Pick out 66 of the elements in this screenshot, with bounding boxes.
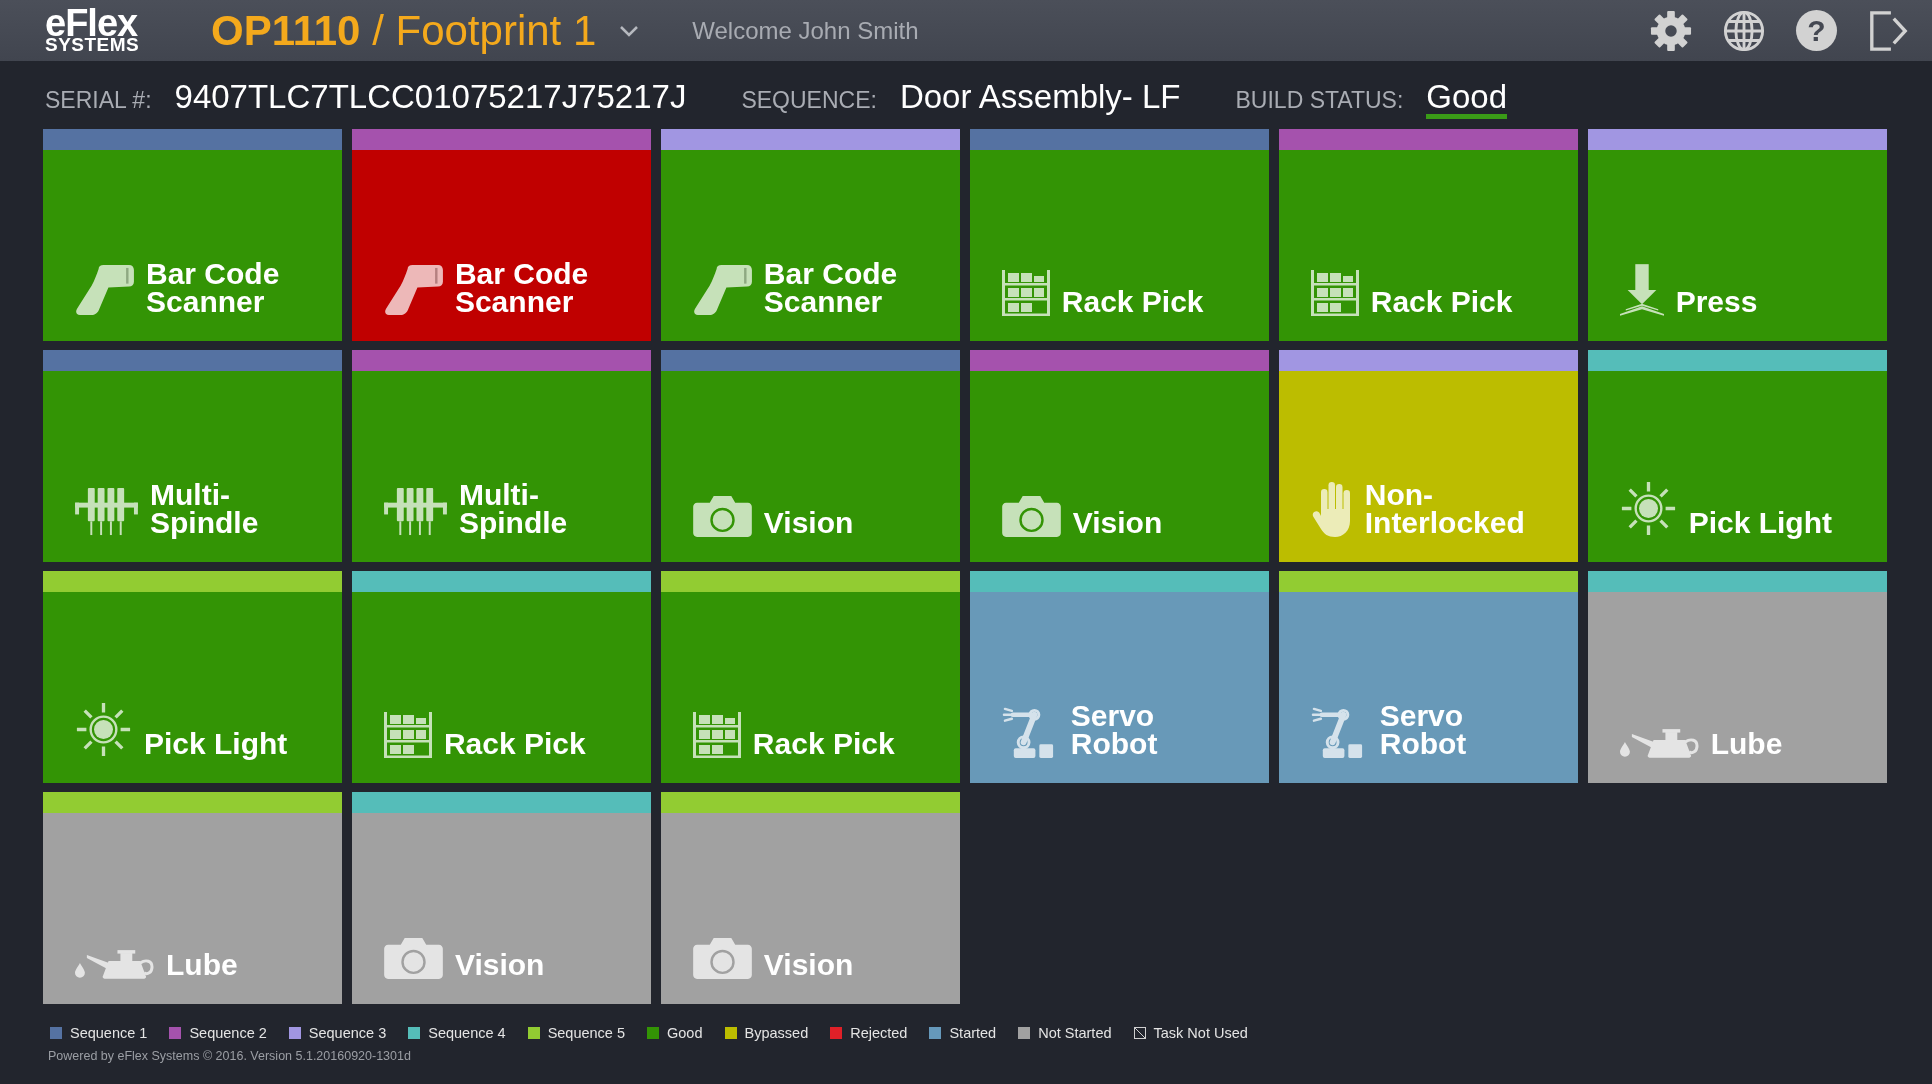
legend-label: Sequence 1 bbox=[70, 1025, 148, 1041]
task-tile[interactable]: Bar Code Scanner bbox=[351, 129, 652, 341]
press-icon bbox=[1619, 264, 1664, 316]
spindle-icon bbox=[383, 486, 447, 537]
legend-label: Task Not Used bbox=[1153, 1025, 1248, 1041]
camera-icon bbox=[692, 494, 752, 537]
shelf-rack-icon bbox=[1310, 270, 1359, 316]
task-tile[interactable]: Pick Light bbox=[1587, 350, 1887, 562]
task-tile[interactable]: Vision bbox=[351, 792, 652, 1004]
task-tile[interactable]: Multi-Spindle bbox=[351, 350, 652, 562]
legend-label: Started bbox=[949, 1025, 997, 1041]
task-tile[interactable]: Rack Pick bbox=[351, 571, 652, 783]
scanner-gun-icon bbox=[75, 265, 134, 316]
legend-label: Sequence 2 bbox=[189, 1025, 267, 1041]
sun-icon bbox=[1619, 480, 1677, 537]
scanner-gun-icon bbox=[692, 265, 752, 316]
help-button[interactable]: ? bbox=[1796, 10, 1837, 51]
field-value: 9407TLC7TLCC01075217J75217J bbox=[174, 80, 687, 113]
shelf-rack-icon bbox=[383, 712, 432, 758]
station-dropdown[interactable]: OP1110 / Footprint 1 bbox=[211, 9, 640, 52]
task-tile[interactable]: Vision bbox=[660, 792, 961, 1004]
task-tile[interactable]: Rack Pick bbox=[969, 129, 1270, 341]
logo-wordmark: eFlex bbox=[45, 9, 138, 37]
camera-icon bbox=[1001, 494, 1061, 537]
field-value: Door Assembly- LF bbox=[899, 80, 1181, 113]
task-tile[interactable]: Press bbox=[1587, 129, 1887, 341]
camera-icon bbox=[692, 936, 752, 979]
welcome-text: Welcome John Smith bbox=[692, 16, 919, 45]
task-tile[interactable]: Servo Robot bbox=[1278, 571, 1579, 783]
chevron-down-icon bbox=[619, 24, 640, 37]
task-tile[interactable]: Pick Light bbox=[43, 571, 343, 783]
field-label: BUILD STATUS: bbox=[1235, 87, 1404, 114]
task-tile[interactable]: Bar Code Scanner bbox=[43, 129, 343, 341]
shelf-rack-icon bbox=[692, 712, 741, 758]
task-tile[interactable]: Non-Interlocked bbox=[1278, 350, 1579, 562]
task-tile[interactable]: Rack Pick bbox=[660, 571, 961, 783]
task-tile[interactable]: Multi-Spindle bbox=[43, 350, 343, 562]
task-tile[interactable]: Vision bbox=[969, 350, 1270, 562]
legend-label: Sequence 4 bbox=[428, 1025, 506, 1041]
logo-subtitle: SYSTEMS bbox=[45, 37, 140, 52]
legend-label: Bypassed bbox=[744, 1025, 809, 1041]
field-label: SEQUENCE: bbox=[741, 87, 877, 114]
task-tile[interactable]: Bar Code Scanner bbox=[660, 129, 961, 341]
sun-icon bbox=[75, 701, 132, 758]
legend-label: Rejected bbox=[850, 1025, 908, 1041]
crossed-swatch-icon bbox=[1133, 1027, 1146, 1039]
task-tile[interactable]: Rack Pick bbox=[1278, 129, 1579, 341]
globe-icon[interactable] bbox=[1723, 9, 1765, 52]
field-label: SERIAL #: bbox=[45, 87, 152, 114]
scanner-gun-icon bbox=[383, 265, 443, 316]
footer-text: Powered by eFlex Systems © 2016. Version 5.1.20160920-1301d bbox=[48, 1049, 411, 1063]
exit-icon[interactable] bbox=[1868, 9, 1910, 52]
spindle-icon bbox=[75, 486, 138, 537]
legend-label: Good bbox=[667, 1025, 703, 1041]
shelf-rack-icon bbox=[1001, 270, 1050, 316]
task-tile[interactable]: Servo Robot bbox=[969, 571, 1270, 783]
legend-label: Not Started bbox=[1038, 1025, 1112, 1041]
legend-label: Sequence 5 bbox=[547, 1025, 626, 1041]
field-value: Good bbox=[1426, 80, 1508, 113]
task-tile[interactable]: Vision bbox=[660, 350, 961, 562]
camera-icon bbox=[383, 936, 443, 979]
legend-label: Sequence 3 bbox=[308, 1025, 387, 1041]
settings-icon[interactable] bbox=[1650, 9, 1692, 52]
task-tile[interactable]: Lube bbox=[1587, 571, 1887, 783]
hand-icon bbox=[1310, 481, 1353, 537]
task-tile[interactable]: Lube bbox=[43, 792, 343, 1004]
